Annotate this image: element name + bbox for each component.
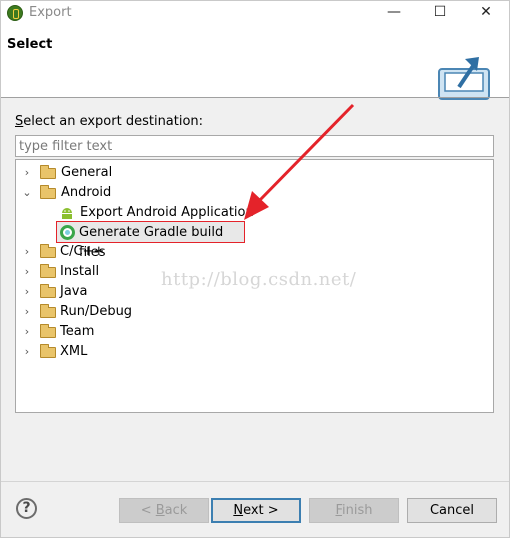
tree-item-label: C/C++ [60,244,105,259]
wizard-header: Select [1,25,509,100]
watermark: http://blog.csdn.net/ [161,269,357,290]
minimize-button[interactable]: — [371,1,417,25]
folder-icon [40,324,56,338]
eclipse-icon [7,5,23,21]
header-divider [1,97,509,98]
tree-item-label: XML [60,344,88,359]
maximize-button[interactable]: ☐ [417,1,463,25]
destination-label-text: elect an export destination: [23,114,204,129]
filter-input[interactable] [15,135,494,157]
folder-icon [40,185,56,199]
tree-item-label: Export Android Application [80,205,254,220]
gradle-icon [60,225,75,240]
folder-icon [40,244,56,258]
android-icon [62,208,72,219]
tree-item-run-debug[interactable]: › Run/Debug [22,302,482,322]
chevron-right-icon[interactable]: › [22,242,32,262]
button-bar-divider [1,481,509,482]
back-button[interactable]: < Back [119,498,209,523]
tree-item-label: Android [61,185,112,200]
tree-item-label: Run/Debug [60,304,133,319]
finish-button[interactable]: Finish [309,498,399,523]
folder-icon [40,165,56,179]
page-title: Select [7,37,53,52]
chevron-right-icon[interactable]: › [22,262,32,282]
tree-item-xml[interactable]: › XML [22,342,482,362]
help-icon[interactable]: ? [16,498,37,519]
chevron-down-icon[interactable]: ⌄ [22,183,32,203]
tree-item-label: General [61,165,113,180]
tree-lower-items: › C/C++ › Install › Java › Run/Debug › T… [15,242,494,372]
destination-label: Select an export destination: [15,114,203,129]
tree-item-label: Java [60,284,88,299]
title-bar: Export — ☐ ✕ [1,1,509,25]
next-button[interactable]: Next > [211,498,301,523]
folder-icon [40,304,56,318]
export-icon [438,57,490,100]
chevron-right-icon[interactable]: › [22,302,32,322]
tree-item-label: Install [60,264,100,279]
close-button[interactable]: ✕ [463,1,509,25]
tree-item-cpp[interactable]: › C/C++ [22,242,482,262]
chevron-right-icon[interactable]: › [22,282,32,302]
tree-item-general[interactable]: › General [22,163,482,183]
folder-icon [40,264,56,278]
export-dialog: Export — ☐ ✕ Select Select an export des… [0,0,510,538]
cancel-button[interactable]: Cancel [407,498,497,523]
folder-icon [40,344,56,358]
chevron-right-icon[interactable]: › [22,163,32,183]
folder-icon [40,284,56,298]
chevron-right-icon[interactable]: › [22,322,32,342]
tree-item-export-android-application[interactable]: Export Android Application [22,203,482,223]
window-title: Export [29,5,72,20]
tree-item-label: Team [60,324,95,339]
chevron-right-icon[interactable]: › [22,342,32,362]
tree-item-team[interactable]: › Team [22,322,482,342]
tree-item-generate-gradle-build-files[interactable]: Generate Gradle build files [56,221,245,260]
tree-item-android[interactable]: ⌄ Android [22,183,482,203]
